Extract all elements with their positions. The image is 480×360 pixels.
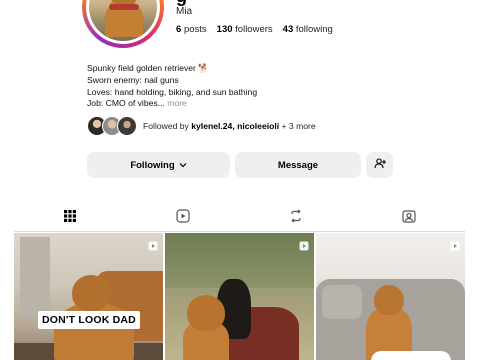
post-tile[interactable] <box>165 233 314 360</box>
posts-grid: DON'T LOOK DAD <box>14 233 465 360</box>
reel-icon <box>450 238 460 256</box>
bio-line: Sworn enemy: nail guns <box>87 74 179 85</box>
reels-icon <box>176 208 190 228</box>
tab-posts[interactable] <box>14 204 127 232</box>
bio-line: Spunky field golden retriever 🐕 <box>87 63 210 73</box>
add-person-icon <box>373 158 386 172</box>
reel-icon <box>148 238 158 256</box>
profile-name: Mia <box>176 6 193 17</box>
post-tile[interactable] <box>316 233 465 360</box>
tab-reposts[interactable] <box>240 204 353 232</box>
tab-tagged[interactable] <box>352 204 465 232</box>
tagged-icon <box>402 209 416 228</box>
stat-following[interactable]: 43 following <box>283 24 333 35</box>
chevron-down-icon <box>179 160 187 171</box>
post-caption: DON'T LOOK DAD <box>38 311 140 329</box>
following-button[interactable]: Following <box>87 152 230 178</box>
grid-icon <box>64 209 77 227</box>
suggested-users-button[interactable] <box>366 152 393 178</box>
avatar <box>117 116 137 136</box>
follower-avatars <box>87 116 137 136</box>
profile-stats: 6 posts 130 followers 43 following <box>176 24 333 35</box>
profile-avatar[interactable] <box>82 0 164 50</box>
stat-posts[interactable]: 6 posts <box>176 24 207 35</box>
message-button[interactable]: Message <box>235 152 361 178</box>
reel-icon <box>299 238 309 256</box>
stat-followers[interactable]: 130 followers <box>217 24 273 35</box>
post-tile[interactable]: DON'T LOOK DAD <box>14 233 163 360</box>
followed-by[interactable]: Followed by kylenel.24, nicoleeioli + 3 … <box>87 116 316 136</box>
bio-line: Loves: hand holding, biking, and sun bat… <box>87 86 258 97</box>
bio-more-link[interactable]: more <box>167 98 187 108</box>
repost-icon <box>289 209 303 228</box>
tab-reels[interactable] <box>127 204 240 232</box>
tabs-divider <box>14 231 465 232</box>
bio-line: Job: CMO of vibes... more <box>87 98 187 109</box>
profile-bio: Spunky field golden retriever 🐕 Sworn en… <box>87 63 257 110</box>
profile-tabs <box>14 204 465 232</box>
